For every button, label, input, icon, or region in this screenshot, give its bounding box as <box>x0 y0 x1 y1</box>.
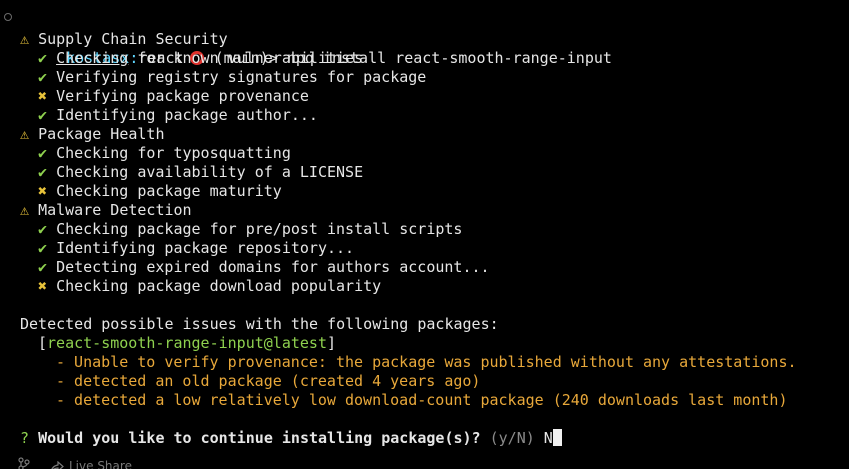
check-item: ✔ Verifying registry signatures for pack… <box>0 68 849 87</box>
check-text: Checking package download popularity <box>56 277 382 295</box>
source-control-icon[interactable] <box>18 457 30 469</box>
issue-item: - detected an old package (created 4 yea… <box>56 372 481 390</box>
check-item: ✔ Identifying package author... <box>0 106 849 125</box>
check-text: Checking package for pre/post install sc… <box>56 220 463 238</box>
check-icon: ✔ <box>38 106 48 124</box>
section-header: ⚠ Supply Chain Security <box>0 30 849 49</box>
warning-icon: ⚠ <box>20 125 30 143</box>
check-text: Verifying registry signatures for packag… <box>56 68 427 86</box>
terminal-window[interactable]: kostasx:react (main)> npq install react-… <box>0 0 849 469</box>
live-share-icon <box>51 460 64 469</box>
prompt-line: kostasx:react (main)> npq install react-… <box>0 11 849 67</box>
section-title: Malware Detection <box>38 201 192 219</box>
issues-heading: Detected possible issues with the follow… <box>20 315 499 333</box>
live-share-button[interactable]: Live Share <box>50 457 132 469</box>
confirm-hint: (y/N) <box>489 429 535 447</box>
prompt-status-dot-icon <box>4 13 12 21</box>
check-text: Detecting expired domains for authors ac… <box>56 258 490 276</box>
check-item: ✖ Checking package download popularity <box>0 277 849 296</box>
section-title: Package Health <box>38 125 165 143</box>
cross-icon: ✖ <box>38 277 48 295</box>
section-header: ⚠ Package Health <box>0 125 849 144</box>
check-icon: ✔ <box>38 49 48 67</box>
check-icon: ✔ <box>38 163 48 181</box>
check-icon: ✔ <box>38 239 48 257</box>
check-item: ✖ Verifying package provenance <box>0 87 849 106</box>
cross-icon: ✖ <box>38 87 48 105</box>
section-header: ⚠ Malware Detection <box>0 201 849 220</box>
check-item: ✔ Checking for typosquatting <box>0 144 849 163</box>
check-icon: ✔ <box>38 68 48 86</box>
issue-item: - detected a low relatively low download… <box>56 391 788 409</box>
check-icon: ✔ <box>38 220 48 238</box>
check-text: for known vulnerabilities <box>128 49 364 67</box>
check-icon: ✔ <box>38 258 48 276</box>
question-icon: ? <box>20 429 30 447</box>
check-text: Checking for typosquatting <box>56 144 291 162</box>
check-item: ✔ Checking for known vulnerabilities <box>0 49 849 68</box>
status-bar: Live Share <box>0 457 849 469</box>
check-icon: ✔ <box>38 144 48 162</box>
issues-package-line: [react-smooth-range-input@latest] <box>0 334 849 353</box>
check-text: Identifying package repository... <box>56 239 355 257</box>
section-title: Supply Chain Security <box>38 30 228 48</box>
warning-icon: ⚠ <box>20 30 30 48</box>
confirm-prompt[interactable]: ? Would you like to continue installing … <box>0 429 849 448</box>
text-cursor <box>552 429 562 446</box>
check-item: ✖ Checking package maturity <box>0 182 849 201</box>
check-text-link[interactable]: Checking <box>56 49 128 67</box>
warning-icon: ⚠ <box>20 201 30 219</box>
confirm-answer-input[interactable]: N <box>544 429 553 447</box>
issue-package-name: react-smooth-range-input@latest <box>47 334 327 352</box>
check-text: Identifying package author... <box>56 106 318 124</box>
confirm-question: Would you like to continue installing pa… <box>38 429 481 447</box>
check-item: ✔ Checking package for pre/post install … <box>0 220 849 239</box>
check-text: Checking availability of a LICENSE <box>56 163 364 181</box>
check-text: Checking package maturity <box>56 182 282 200</box>
check-item: ✔ Checking availability of a LICENSE <box>0 163 849 182</box>
check-item: ✔ Identifying package repository... <box>0 239 849 258</box>
check-item: ✔ Detecting expired domains for authors … <box>0 258 849 277</box>
live-share-label: Live Share <box>69 459 132 469</box>
cross-icon: ✖ <box>38 182 48 200</box>
bracket-close: ] <box>327 334 337 352</box>
bracket-open: [ <box>38 334 48 352</box>
issue-item: - Unable to verify provenance: the packa… <box>56 353 797 371</box>
check-text: Verifying package provenance <box>56 87 309 105</box>
